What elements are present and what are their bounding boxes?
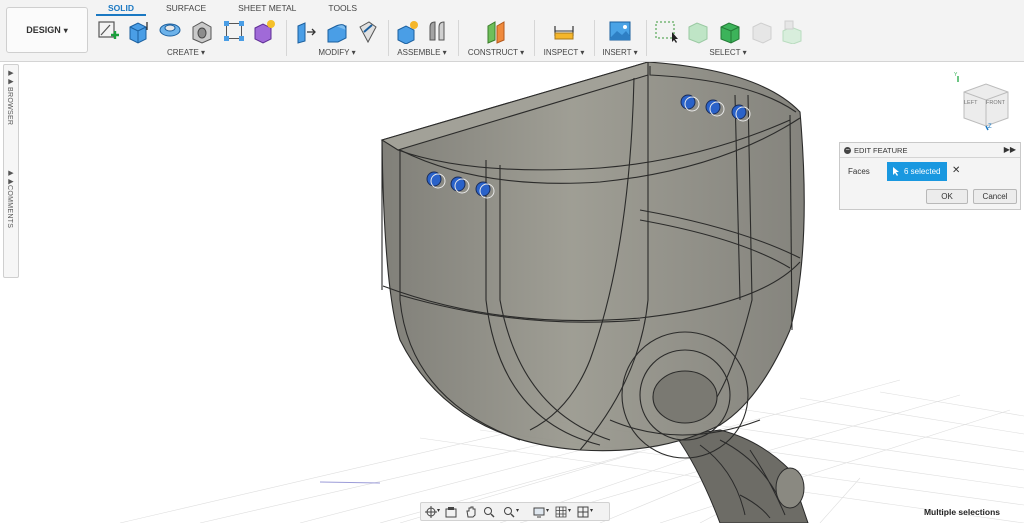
create-sketch-icon[interactable] [96, 18, 120, 44]
select-group: SELECT ▾ [650, 16, 806, 60]
select-body-icon[interactable] [718, 18, 742, 44]
new-component-icon[interactable] [395, 18, 419, 44]
toolbar: DESIGN ▾ SOLID SURFACE SHEET METAL TOOLS… [0, 0, 1024, 62]
modify-label[interactable]: MODIFY [318, 48, 349, 57]
tab-surface[interactable]: SURFACE [154, 3, 218, 16]
collapse-icon[interactable]: − [844, 146, 851, 154]
select-component-icon[interactable] [750, 18, 774, 44]
toolbar-divider [458, 20, 459, 56]
zoom-icon[interactable] [483, 506, 495, 518]
toolbar-divider [534, 20, 535, 56]
view-cube[interactable]: Y LEFT FRONT Z [950, 72, 1014, 134]
chevron-down-icon: ▾ [442, 48, 447, 57]
select-face-icon[interactable] [686, 18, 710, 44]
expand-panel-icon[interactable]: ▶▶ [1004, 145, 1016, 154]
design-label: DESIGN [26, 25, 61, 35]
create-form-icon[interactable] [252, 18, 276, 44]
extrude-icon[interactable] [126, 18, 150, 44]
joint-icon[interactable] [425, 18, 449, 44]
chevron-down-icon: ▾ [633, 48, 638, 57]
assemble-label[interactable]: ASSEMBLE [397, 48, 440, 57]
select-label[interactable]: SELECT [709, 48, 740, 57]
toolbar-divider [646, 20, 647, 56]
insert-group: INSERT ▾ [598, 16, 642, 60]
pan-icon[interactable] [465, 506, 477, 518]
chevron-down-icon: ▾ [63, 25, 68, 35]
look-at-icon[interactable] [445, 506, 457, 518]
faces-selection-count: 6 selected [904, 167, 941, 176]
chevron-down-icon: ▾ [580, 48, 585, 57]
clear-selection-icon[interactable]: ✕ [952, 165, 960, 176]
press-pull-icon[interactable] [293, 18, 317, 44]
chevron-down-icon: ▾ [742, 48, 747, 57]
canvas-viewport[interactable] [0, 62, 1024, 523]
orbit-icon[interactable] [425, 506, 437, 518]
chevron-down-icon: ▾ [520, 48, 525, 57]
grid-settings-icon[interactable] [555, 506, 567, 518]
chevron-down-icon[interactable]: ▾ [568, 507, 571, 514]
faces-label: Faces [848, 167, 870, 176]
workspace-tabs: SOLID SURFACE SHEET METAL TOOLS [96, 3, 369, 16]
edit-feature-header: − EDIT FEATURE ▶▶ [840, 143, 1020, 158]
rectangular-pattern-icon[interactable] [222, 18, 246, 44]
edit-feature-title: EDIT FEATURE [854, 145, 908, 155]
inspect-group: INSPECT ▾ [538, 16, 590, 60]
chevron-down-icon[interactable]: ▾ [546, 507, 549, 514]
select-occurrence-icon[interactable] [780, 18, 804, 44]
insert-label[interactable]: INSERT [602, 48, 631, 57]
toolbar-divider [594, 20, 595, 56]
faces-selection-button[interactable]: 6 selected [887, 162, 947, 181]
measure-icon[interactable] [552, 18, 576, 44]
fillet-icon[interactable] [325, 18, 349, 44]
tab-tools[interactable]: TOOLS [316, 3, 369, 16]
viewcube-axis-z: Z [988, 124, 992, 130]
insert-image-icon[interactable] [608, 18, 632, 44]
hole-icon[interactable] [190, 18, 214, 44]
design-workspace-button[interactable]: DESIGN ▾ [6, 7, 88, 53]
viewports-icon[interactable] [577, 506, 589, 518]
viewcube-front-face[interactable]: FRONT [986, 100, 1005, 106]
faces-row: Faces 6 selected ✕ [840, 162, 1020, 182]
tab-solid[interactable]: SOLID [96, 3, 146, 16]
edit-feature-panel: − EDIT FEATURE ▶▶ Faces 6 selected ✕ OK … [839, 142, 1021, 210]
inspect-label[interactable]: INSPECT [544, 48, 579, 57]
construct-label[interactable]: CONSTRUCT [468, 48, 518, 57]
shell-icon[interactable] [356, 18, 380, 44]
chevron-down-icon[interactable]: ▾ [590, 507, 593, 514]
revolve-icon[interactable] [158, 18, 182, 44]
fit-zoom-icon[interactable] [503, 506, 515, 518]
tab-sheet-metal[interactable]: SHEET METAL [226, 3, 308, 16]
offset-plane-icon[interactable] [484, 18, 508, 44]
modify-group: MODIFY ▾ [290, 16, 384, 60]
cancel-button[interactable]: Cancel [973, 189, 1017, 204]
window-select-icon[interactable] [654, 18, 678, 44]
viewcube-axis-y: Y [954, 72, 958, 78]
viewcube-left-face[interactable]: LEFT [964, 100, 977, 106]
toolbar-divider [388, 20, 389, 56]
create-label[interactable]: CREATE [167, 48, 199, 57]
assemble-group: ASSEMBLE ▾ [392, 16, 452, 60]
bowl-model [380, 62, 805, 459]
chevron-down-icon[interactable]: ▾ [516, 507, 519, 514]
cursor-icon [893, 167, 899, 176]
chevron-down-icon: ▾ [351, 48, 356, 57]
spout-stem [675, 429, 809, 523]
chevron-down-icon: ▾ [201, 48, 206, 57]
create-group: CREATE ▾ [94, 16, 278, 60]
selection-status: Multiple selections [923, 507, 1000, 517]
construct-group: CONSTRUCT ▾ [462, 16, 530, 60]
toolbar-divider [286, 20, 287, 56]
ok-button[interactable]: OK [926, 189, 968, 204]
navigation-bar: ▾ ▾ ▾ ▾ ▾ [420, 502, 610, 521]
display-settings-icon[interactable] [533, 506, 545, 518]
chevron-down-icon[interactable]: ▾ [437, 507, 440, 514]
